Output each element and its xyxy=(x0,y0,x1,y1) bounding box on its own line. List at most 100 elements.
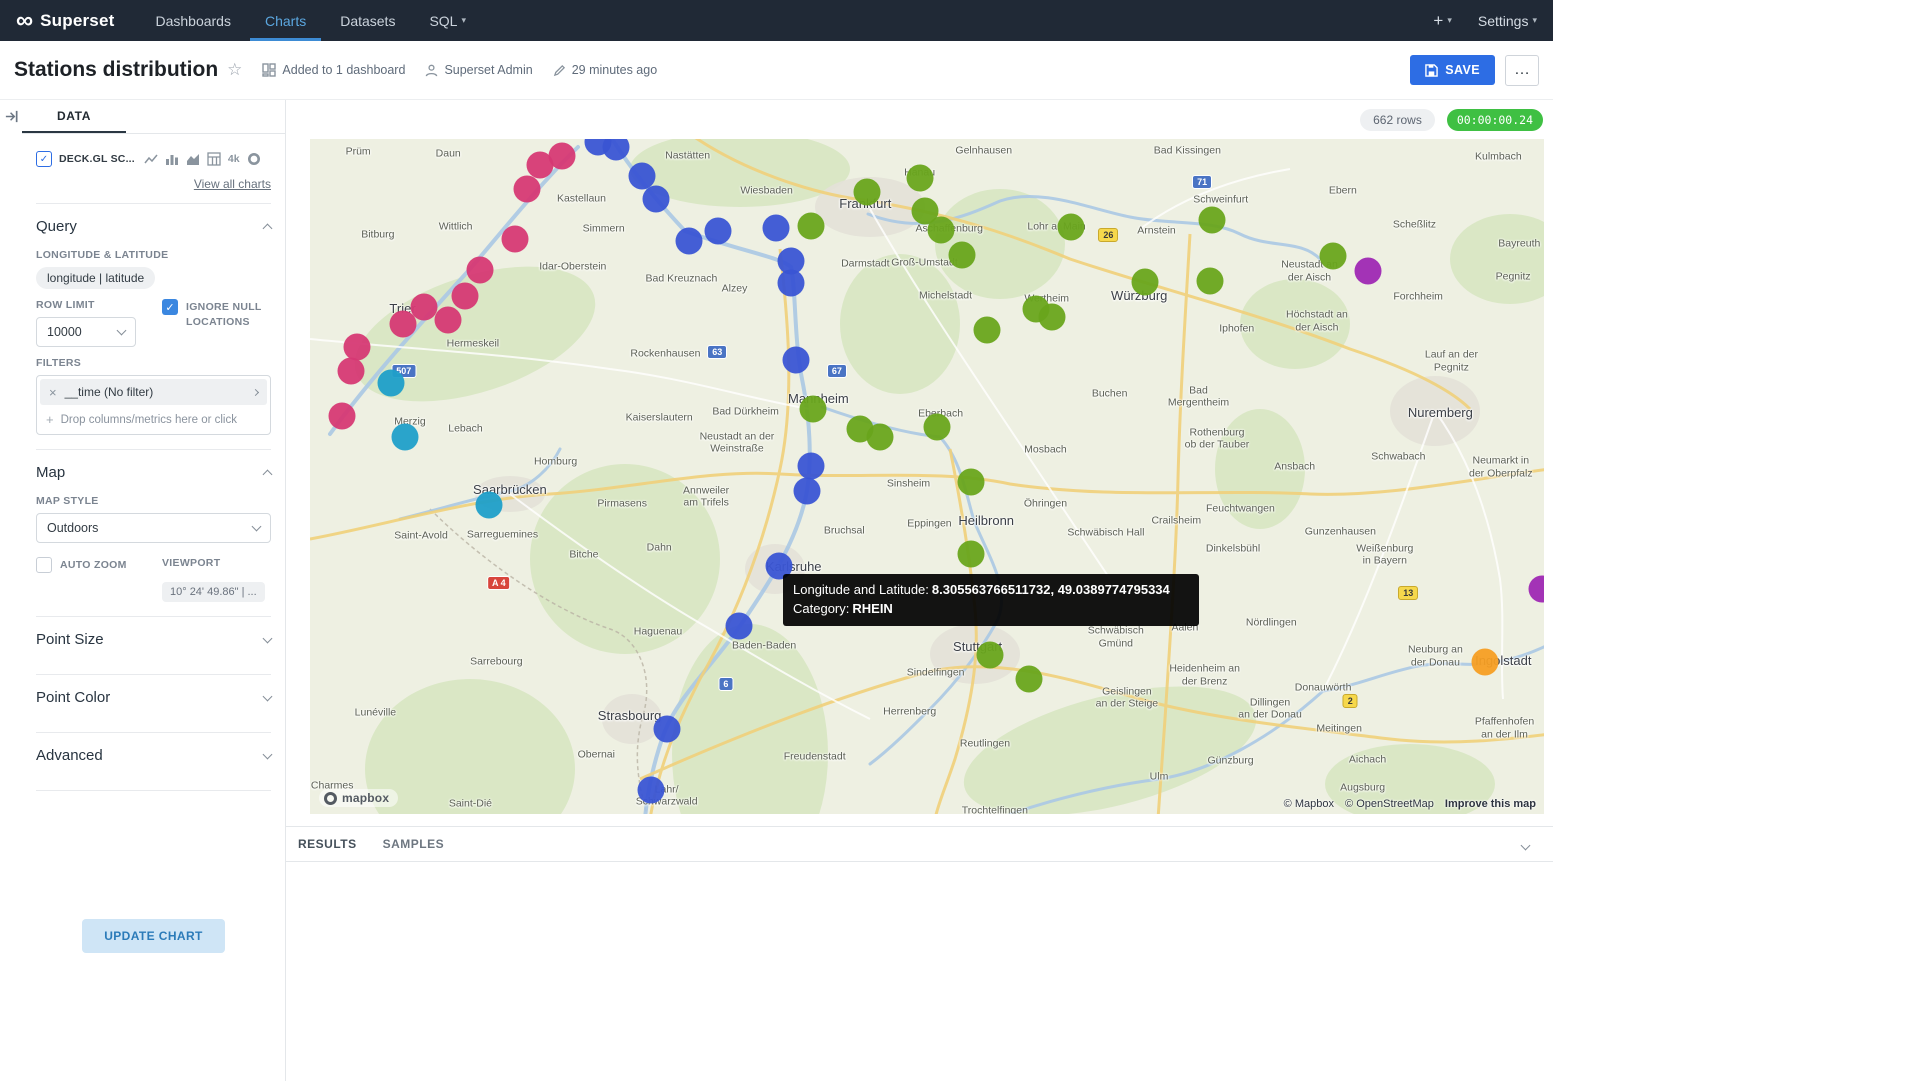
map-point-cyan[interactable] xyxy=(378,369,405,396)
section-query-header[interactable]: Query xyxy=(36,206,271,239)
settings-menu[interactable]: Settings▾ xyxy=(1478,13,1537,29)
map-point-blue[interactable] xyxy=(794,477,821,504)
save-button[interactable]: SAVE xyxy=(1410,55,1495,85)
map-point-blue[interactable] xyxy=(637,776,664,803)
map-point-blue[interactable] xyxy=(778,269,805,296)
row-count-badge: 662 rows xyxy=(1360,109,1435,131)
chevron-up-icon xyxy=(263,470,273,480)
area-chart-icon[interactable] xyxy=(186,152,200,166)
tab-data[interactable]: DATA xyxy=(22,100,126,133)
map-point-green[interactable] xyxy=(948,242,975,269)
modified-badge-label: 29 minutes ago xyxy=(572,63,657,77)
filters-label: FILTERS xyxy=(36,357,271,369)
navbar-right: +▾ Settings▾ xyxy=(1433,0,1537,41)
map-point-green[interactable] xyxy=(1132,269,1159,296)
map-point-green[interactable] xyxy=(800,396,827,423)
map-point-blue[interactable] xyxy=(705,217,732,244)
map-point-pink[interactable] xyxy=(435,306,462,333)
map-point-pink[interactable] xyxy=(548,142,575,169)
dashboard-count-badge[interactable]: Added to 1 dashboard xyxy=(262,63,405,77)
section-advanced-title: Advanced xyxy=(36,747,103,764)
map-point-green[interactable] xyxy=(923,414,950,441)
map-point-green[interactable] xyxy=(1196,267,1223,294)
section-advanced-header[interactable]: Advanced xyxy=(36,735,271,776)
map-tooltip: Longitude and Latitude:8.305563766511732… xyxy=(783,574,1199,626)
map-point-pink[interactable] xyxy=(389,310,416,337)
map-point-blue[interactable] xyxy=(642,186,669,213)
lonlat-chip[interactable]: longitude | latitude xyxy=(36,267,155,289)
map-point-cyan[interactable] xyxy=(392,423,419,450)
collapse-results-icon[interactable] xyxy=(1522,839,1529,857)
map-point-green[interactable] xyxy=(1058,213,1085,240)
results-tabs: RESULTS SAMPLES xyxy=(286,827,1553,862)
nav-item-datasets[interactable]: Datasets xyxy=(325,0,410,41)
superset-brand[interactable]: ∞ Superset xyxy=(16,0,114,41)
map-point-pink[interactable] xyxy=(329,402,356,429)
map-point-pink[interactable] xyxy=(467,256,494,283)
viz-type-label[interactable]: DECK.GL SC... xyxy=(59,153,135,165)
map-point-blue[interactable] xyxy=(763,215,790,242)
map-point-green[interactable] xyxy=(974,317,1001,344)
map-point-green[interactable] xyxy=(867,423,894,450)
mapbox-logo[interactable]: mapbox xyxy=(319,789,398,807)
map-point-pink[interactable] xyxy=(452,283,479,310)
map-point-green[interactable] xyxy=(958,468,985,495)
improve-map-link[interactable]: Improve this map xyxy=(1445,798,1536,810)
map-point-purple[interactable] xyxy=(1354,258,1381,285)
map-point-green[interactable] xyxy=(1016,666,1043,693)
map-point-green[interactable] xyxy=(958,541,985,568)
map-point-pink[interactable] xyxy=(514,175,541,202)
table-icon[interactable] xyxy=(207,152,221,166)
map-point-pink[interactable] xyxy=(337,358,364,385)
row-limit-select[interactable]: 10000 xyxy=(36,317,136,347)
map-point-pink[interactable] xyxy=(343,333,370,360)
map-point-pink[interactable] xyxy=(501,225,528,252)
time-filter-chip[interactable]: × __time (No filter) xyxy=(40,379,267,405)
map-point-green[interactable] xyxy=(1038,304,1065,331)
osm-attribution-link[interactable]: © OpenStreetMap xyxy=(1345,798,1434,810)
last-modified-badge[interactable]: 29 minutes ago xyxy=(553,63,657,77)
map-point-green[interactable] xyxy=(906,165,933,192)
map-attribution: © Mapbox © OpenStreetMap Improve this ma… xyxy=(1276,798,1536,810)
map-point-cyan[interactable] xyxy=(475,491,502,518)
map-point-green[interactable] xyxy=(976,641,1003,668)
view-all-charts-link[interactable]: View all charts xyxy=(36,177,271,191)
line-chart-icon[interactable] xyxy=(144,152,158,166)
map-point-green[interactable] xyxy=(1319,242,1346,269)
map-canvas[interactable]: PrümDaunNastättenGelnhausenBad Kissingen… xyxy=(310,139,1544,814)
map-point-blue[interactable] xyxy=(783,346,810,373)
bar-chart-icon[interactable] xyxy=(165,152,179,166)
map-point-blue[interactable] xyxy=(798,452,825,479)
tab-results[interactable]: RESULTS xyxy=(298,837,357,851)
map-point-orange[interactable] xyxy=(1471,649,1498,676)
nav-item-charts[interactable]: Charts xyxy=(250,0,321,41)
more-actions-button[interactable]: … xyxy=(1505,55,1539,86)
section-point-size-header[interactable]: Point Size xyxy=(36,619,271,660)
map-point-blue[interactable] xyxy=(653,715,680,742)
tab-samples[interactable]: SAMPLES xyxy=(383,837,445,851)
filters-drop-zone[interactable]: + Drop columns/metrics here or click xyxy=(40,405,267,431)
map-point-green[interactable] xyxy=(1199,207,1226,234)
nav-item-dashboards[interactable]: Dashboards xyxy=(140,0,246,41)
map-point-green[interactable] xyxy=(927,217,954,244)
map-style-select[interactable]: Outdoors xyxy=(36,513,271,543)
section-map-header[interactable]: Map xyxy=(36,452,271,485)
map-point-blue[interactable] xyxy=(675,227,702,254)
collapse-panel-icon[interactable] xyxy=(4,109,19,124)
map-point-green[interactable] xyxy=(798,213,825,240)
section-point-color-header[interactable]: Point Color xyxy=(36,677,271,718)
map-point-green[interactable] xyxy=(853,179,880,206)
big-number-icon[interactable]: 4k xyxy=(228,153,240,165)
update-chart-button[interactable]: UPDATE CHART xyxy=(82,919,225,953)
mapbox-attribution-link[interactable]: © Mapbox xyxy=(1284,798,1334,810)
mapbox-logo-icon xyxy=(324,792,337,805)
favorite-star-icon[interactable]: ☆ xyxy=(227,60,242,80)
remove-filter-icon[interactable]: × xyxy=(49,385,57,400)
ignore-null-checkbox[interactable]: ✓ xyxy=(162,299,178,315)
map-point-blue[interactable] xyxy=(726,612,753,639)
new-item-button[interactable]: +▾ xyxy=(1433,11,1451,31)
pie-chart-icon[interactable] xyxy=(247,152,261,166)
nav-item-sql[interactable]: SQL▾ xyxy=(414,0,481,41)
auto-zoom-checkbox[interactable] xyxy=(36,557,52,573)
viz-selected-check-icon[interactable]: ✓ xyxy=(36,151,52,167)
